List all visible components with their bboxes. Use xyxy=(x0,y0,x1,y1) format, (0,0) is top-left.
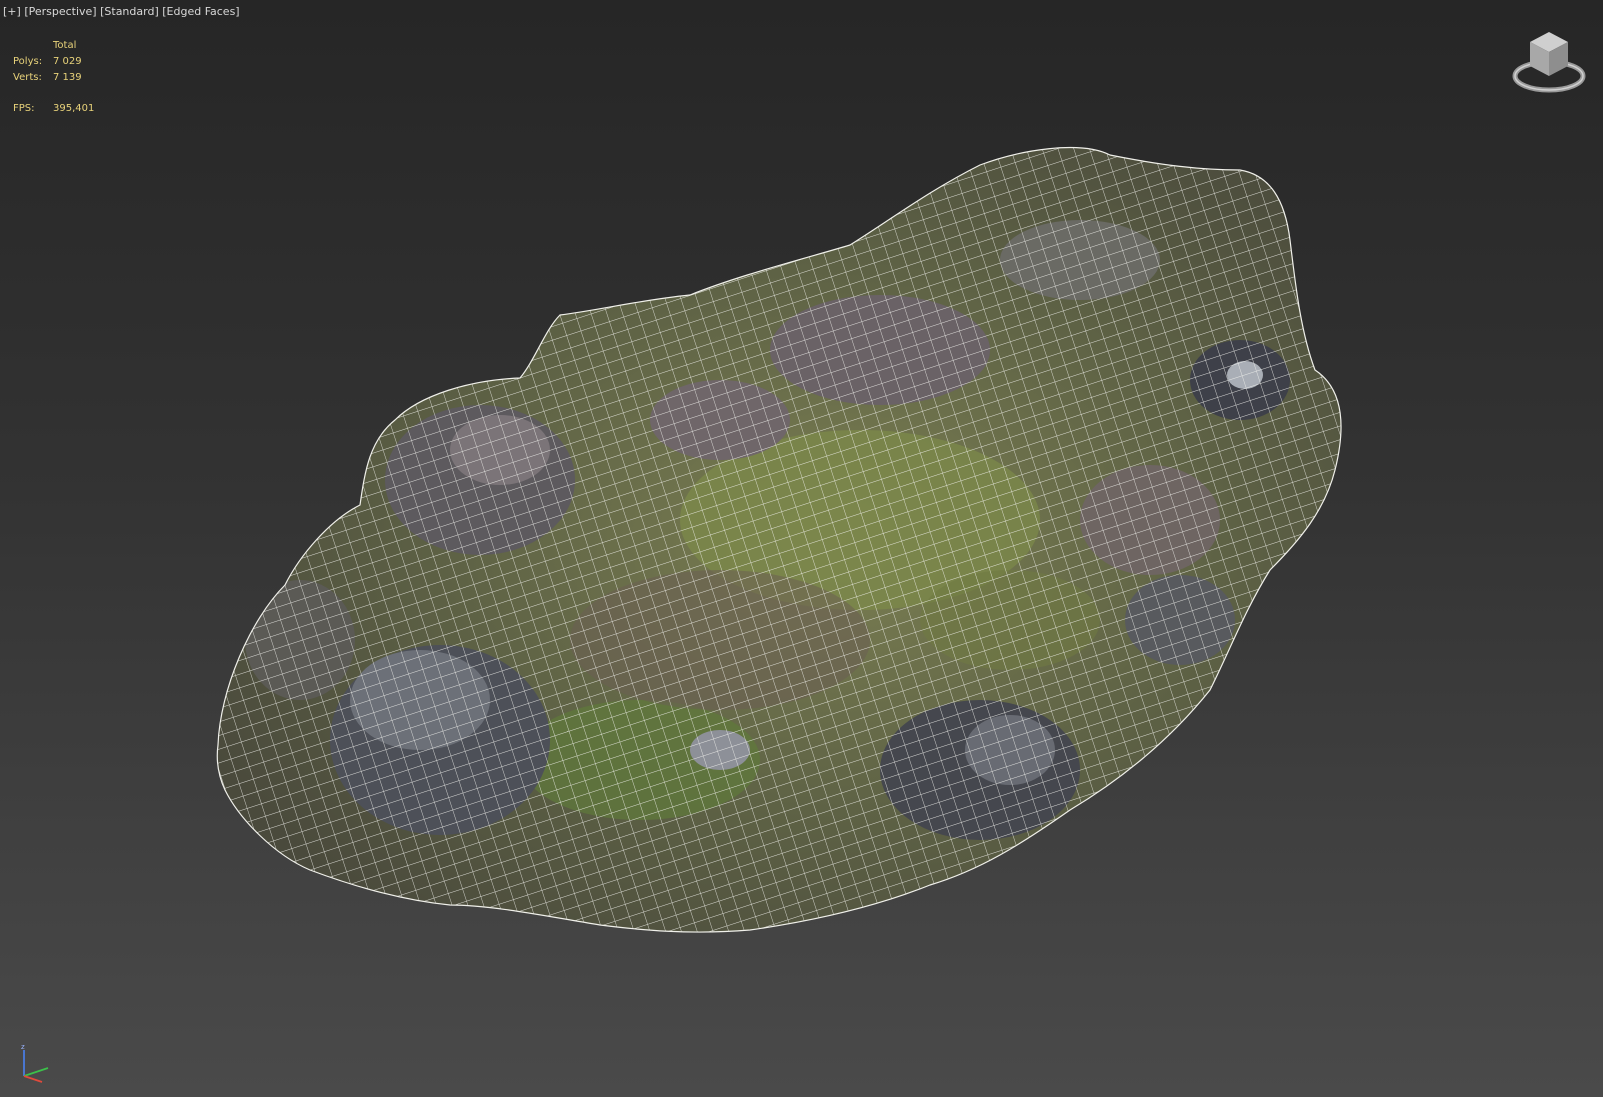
rock-mesh-model[interactable] xyxy=(0,0,1603,1097)
svg-text:z: z xyxy=(21,1043,25,1051)
axis-tripod-icon: z xyxy=(21,1043,49,1083)
viewcube-icon[interactable] xyxy=(1510,30,1588,100)
rock-surface xyxy=(217,147,1341,933)
